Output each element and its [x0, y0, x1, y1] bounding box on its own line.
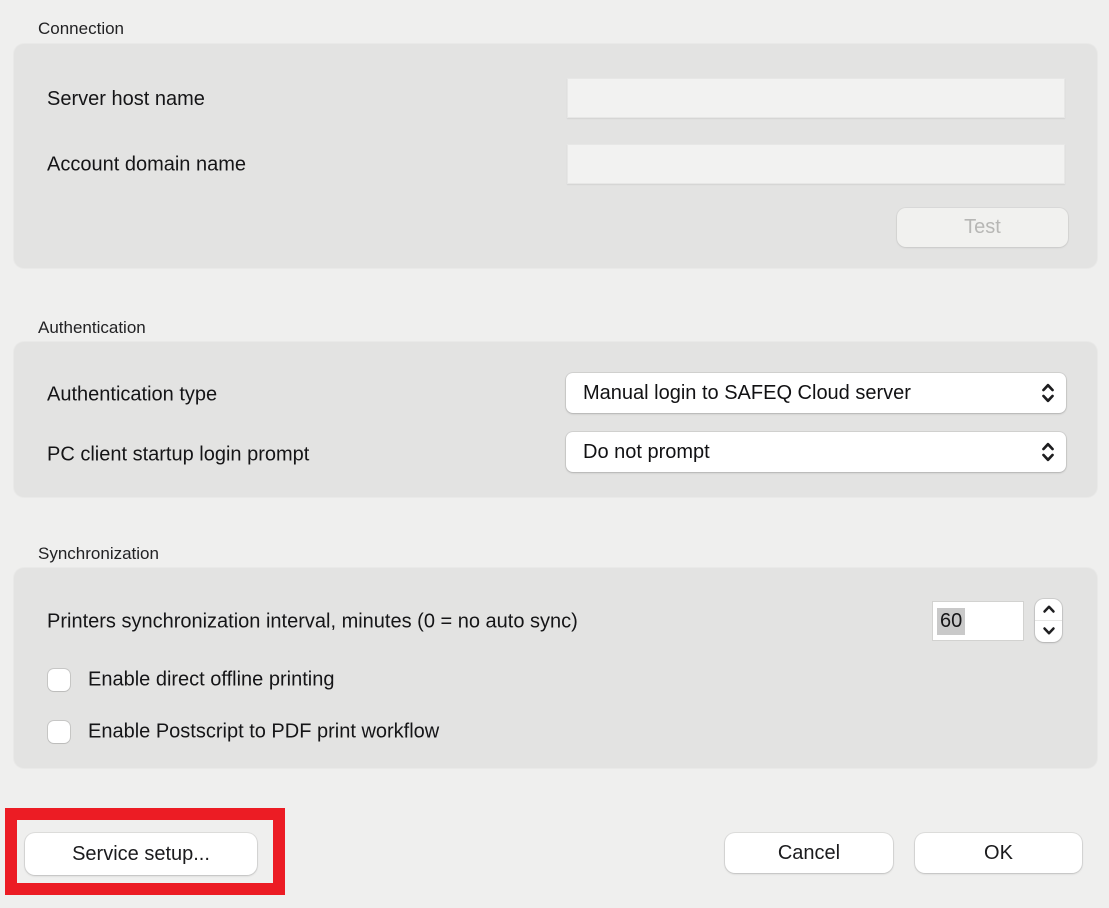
cancel-button[interactable]: Cancel [725, 833, 893, 873]
pc-client-startup-login-prompt-dropdown[interactable]: Do not prompt [566, 432, 1066, 472]
authentication-section-title: Authentication [38, 318, 146, 338]
enable-direct-offline-printing-checkbox[interactable] [48, 669, 70, 691]
enable-postscript-to-pdf-checkbox[interactable] [48, 721, 70, 743]
synchronization-panel: Printers synchronization interval, minut… [14, 568, 1097, 768]
stepper-up-button[interactable] [1035, 599, 1062, 620]
printers-sync-interval-label: Printers synchronization interval, minut… [47, 611, 578, 634]
account-domain-name-input[interactable] [567, 144, 1065, 184]
chevron-up-down-icon [1040, 439, 1056, 465]
server-host-name-input[interactable] [567, 78, 1065, 118]
authentication-type-label: Authentication type [47, 384, 217, 407]
authentication-panel: Authentication type Manual login to SAFE… [14, 342, 1097, 497]
chevron-up-icon [1042, 601, 1056, 619]
pc-client-startup-login-prompt-selected-value: Do not prompt [583, 441, 1032, 464]
connection-panel: Server host name Account domain name Tes… [14, 44, 1097, 268]
test-button[interactable]: Test [897, 208, 1068, 247]
sync-interval-stepper [1035, 599, 1062, 642]
sync-interval-value: 60 [937, 608, 965, 635]
stepper-down-button[interactable] [1035, 621, 1062, 642]
chevron-down-icon [1042, 623, 1056, 641]
server-host-name-label: Server host name [47, 87, 205, 111]
ok-button[interactable]: OK [915, 833, 1082, 873]
connection-section-title: Connection [38, 19, 124, 39]
chevron-up-down-icon [1040, 380, 1056, 406]
enable-direct-offline-printing-label: Enable direct offline printing [88, 669, 334, 692]
sync-interval-input[interactable]: 60 [932, 601, 1024, 641]
authentication-type-dropdown[interactable]: Manual login to SAFEQ Cloud server [566, 373, 1066, 413]
synchronization-section-title: Synchronization [38, 544, 159, 564]
account-domain-name-label: Account domain name [47, 154, 246, 177]
enable-postscript-to-pdf-label: Enable Postscript to PDF print workflow [88, 721, 439, 744]
authentication-type-selected-value: Manual login to SAFEQ Cloud server [583, 382, 1032, 405]
pc-client-startup-login-prompt-label: PC client startup login prompt [47, 444, 309, 467]
service-setup-button[interactable]: Service setup... [25, 833, 257, 875]
